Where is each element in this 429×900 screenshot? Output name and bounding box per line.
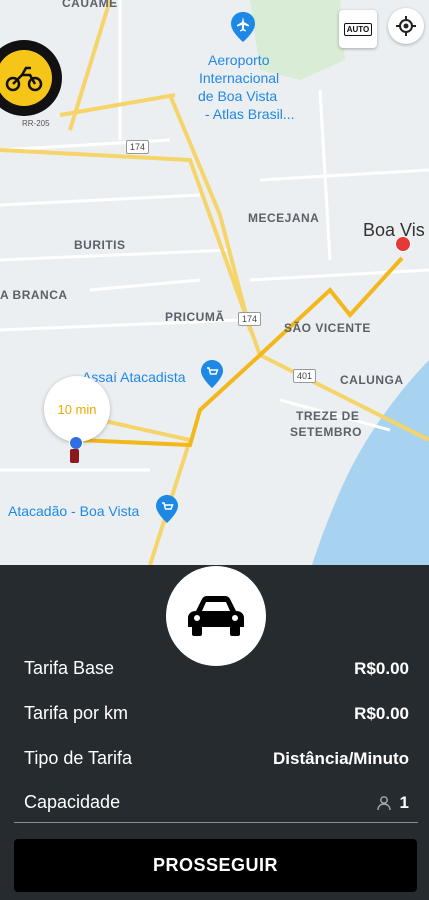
map-label-treze-2: SETEMBRO bbox=[290, 425, 363, 439]
proceed-button[interactable]: PROSSEGUIR bbox=[14, 839, 417, 892]
eta-text: 10 min bbox=[57, 401, 97, 417]
shopping-cart-icon bbox=[156, 495, 178, 528]
fare-type-label: Tipo de Tarifa bbox=[24, 748, 133, 768]
my-location-button[interactable] bbox=[388, 8, 424, 44]
map-label-cauame: CAUAME bbox=[62, 0, 118, 10]
road-shield-174-b: 174 bbox=[238, 312, 262, 326]
divider bbox=[14, 822, 418, 823]
fare-base-value: R$0.00 bbox=[354, 658, 409, 678]
vehicle-badge bbox=[166, 566, 266, 666]
map-label-calunga: CALUNGA bbox=[340, 373, 404, 387]
capacity-value: 1 bbox=[399, 792, 409, 812]
map-label-rr205: RR-205 bbox=[22, 119, 50, 128]
fare-per-km-label: Tarifa por km bbox=[24, 703, 129, 723]
map-label-branca: A BRANCA bbox=[0, 288, 68, 302]
fare-row-base: Tarifa Base R$0.00 bbox=[24, 658, 409, 679]
eta-bubble: 10 min bbox=[44, 376, 110, 442]
airplane-icon bbox=[231, 12, 255, 47]
map-label-airport-1: Aeroporto bbox=[208, 52, 270, 68]
map-label-sao-vicente: SÃO VICENTE bbox=[284, 321, 371, 335]
fare-per-km-value: R$0.00 bbox=[354, 703, 409, 723]
map-label-buritis: BURITIS bbox=[74, 238, 126, 252]
map-label-mecejana: MECEJANA bbox=[248, 211, 320, 225]
road-shield-401: 401 bbox=[293, 369, 317, 383]
my-location-icon bbox=[396, 16, 416, 36]
destination-pin-icon bbox=[395, 236, 411, 252]
fare-row-capacity: Capacidade 1 bbox=[24, 792, 409, 813]
map-label-boa-vista: Boa Vis bbox=[363, 220, 425, 240]
road-shield-174-a: 174 bbox=[126, 140, 150, 154]
motorcycle-icon bbox=[0, 50, 52, 106]
auto-mode-label: AUTO bbox=[343, 22, 373, 36]
capacity-value-group: 1 bbox=[376, 793, 409, 813]
map-label-treze-1: TREZE DE bbox=[296, 409, 360, 423]
map-label-airport-2: Internacional bbox=[199, 70, 280, 86]
shopping-cart-icon bbox=[201, 360, 223, 393]
fare-type-value: Distância/Minuto bbox=[272, 748, 409, 768]
auto-mode-button[interactable]: AUTO bbox=[339, 10, 377, 48]
fare-row-per-km: Tarifa por km R$0.00 bbox=[24, 703, 409, 724]
map-label-airport-4: - Atlas Brasil... bbox=[205, 106, 295, 122]
map-view[interactable]: CAUAME Aeroporto Internacional de Boa Vi… bbox=[0, 0, 429, 565]
person-icon bbox=[376, 795, 391, 810]
car-icon bbox=[188, 596, 244, 636]
pickup-pin-icon bbox=[69, 436, 83, 450]
fare-row-type: Tipo de Tarifa Distância/Minuto bbox=[24, 748, 409, 769]
capacity-label: Capacidade bbox=[24, 792, 121, 812]
map-label-atacadao: Atacadão - Boa Vista bbox=[8, 503, 140, 519]
fare-base-label: Tarifa Base bbox=[24, 658, 115, 678]
person-marker-icon bbox=[70, 449, 79, 463]
proceed-button-label: PROSSEGUIR bbox=[152, 855, 279, 875]
map-label-airport-3: de Boa Vista bbox=[198, 88, 278, 104]
map-label-pricuma: PRICUMÃ bbox=[165, 310, 225, 324]
